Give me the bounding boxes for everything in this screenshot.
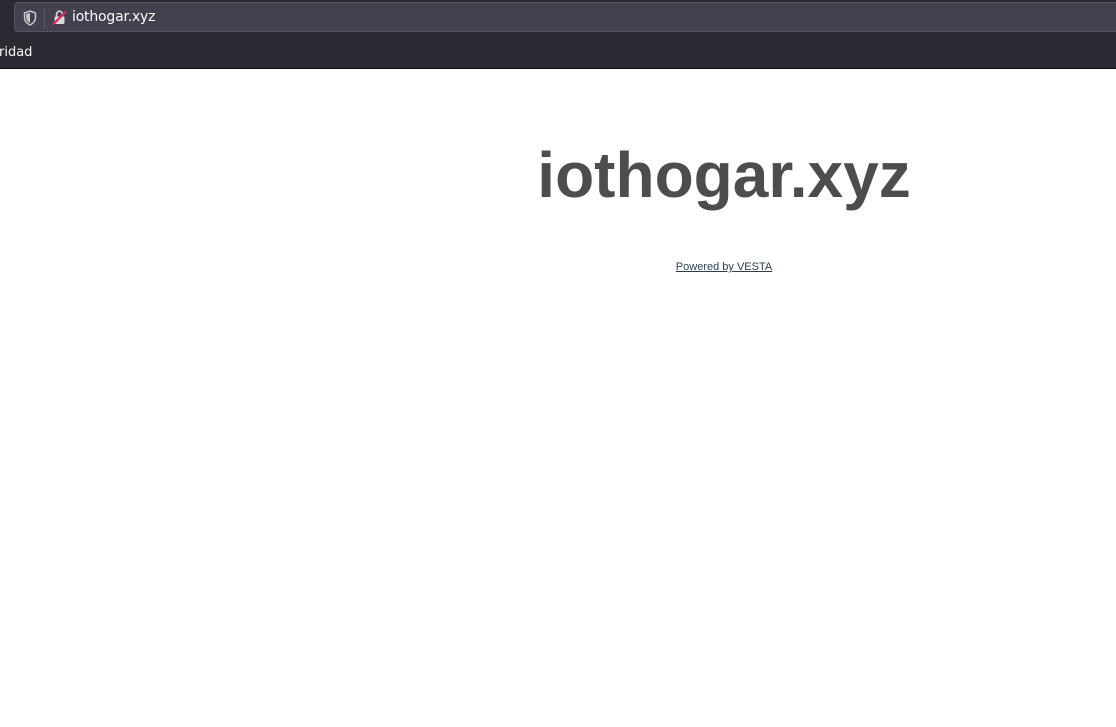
page-title: iothogar.xyz [537, 139, 911, 211]
url-bar-divider [44, 8, 45, 28]
powered-by-link[interactable]: Powered by VESTA [676, 261, 772, 273]
url-text[interactable]: iothogar.xyz [72, 9, 155, 25]
bookmarks-toolbar: ridad [0, 36, 1116, 68]
browser-toolbar: iothogar.xyz ridad [0, 0, 1116, 69]
page-content: iothogar.xyz Powered by VESTA [0, 69, 1116, 727]
insecure-lock-icon[interactable] [52, 10, 67, 26]
url-bar[interactable]: iothogar.xyz [14, 2, 1116, 32]
powered-by-footer: Powered by VESTA [331, 261, 1116, 274]
shield-icon[interactable] [23, 10, 37, 26]
bookmark-item[interactable]: ridad [0, 45, 32, 60]
